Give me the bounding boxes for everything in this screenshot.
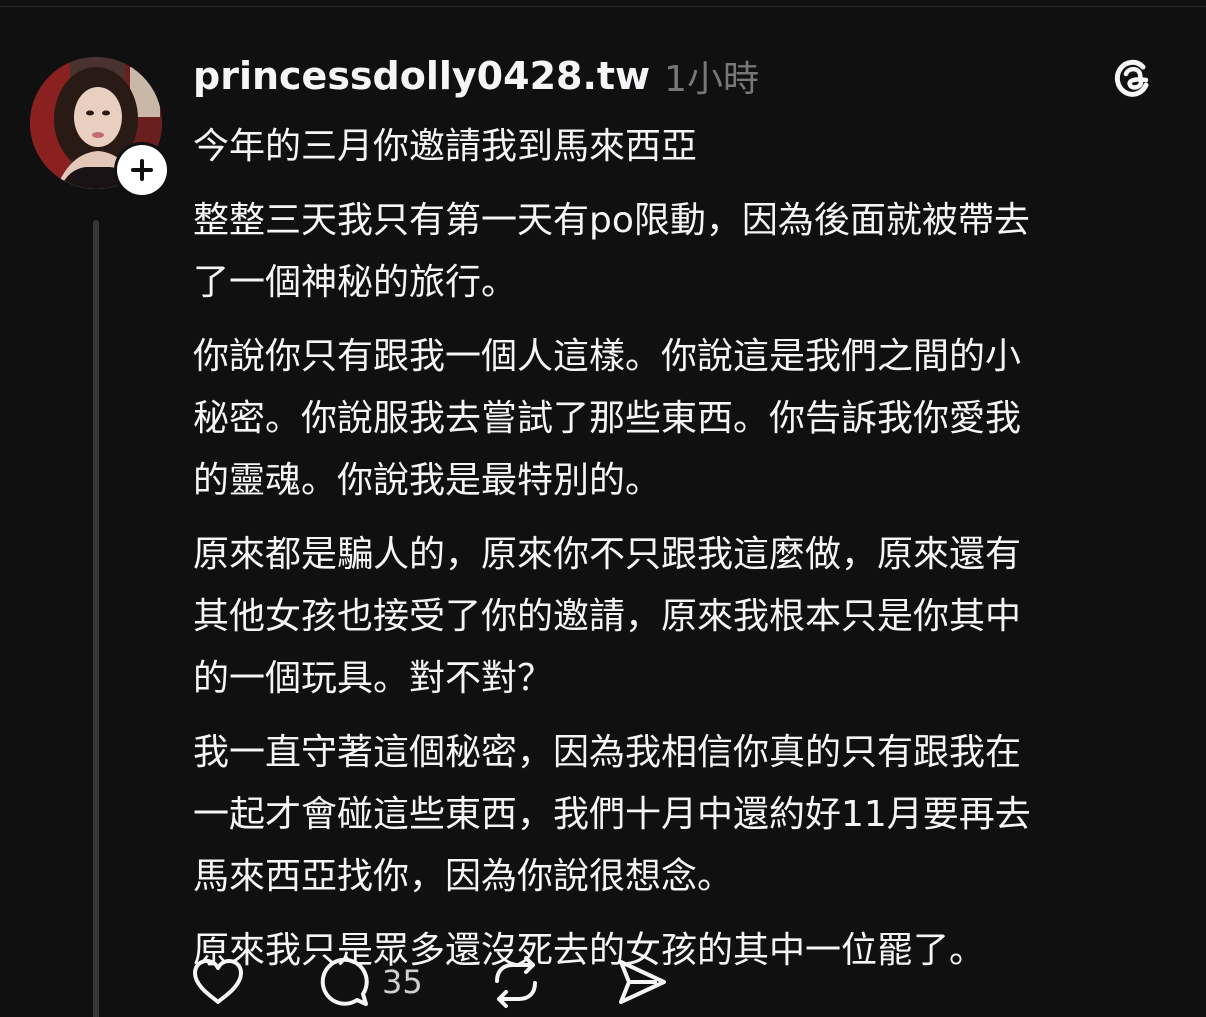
repost-button[interactable] bbox=[489, 950, 543, 1014]
post-header: princessdolly0428.tw 1小時 bbox=[193, 50, 759, 102]
reply-count: 35 bbox=[382, 963, 423, 1001]
like-button[interactable] bbox=[190, 950, 248, 1014]
thread-line bbox=[93, 220, 99, 1017]
plus-icon bbox=[131, 159, 153, 181]
follow-button[interactable] bbox=[114, 142, 170, 198]
repost-icon bbox=[494, 956, 537, 1008]
post-paragraph: 我一直守著這個秘密，因為我相信你真的只有跟我在 一起才會碰這些東西，我們十月中還… bbox=[193, 732, 1031, 897]
post-actions: 35 bbox=[190, 950, 669, 1014]
post-paragraph: 今年的三月你邀請我到馬來西亞 bbox=[193, 126, 698, 167]
reply-button[interactable]: 35 bbox=[318, 950, 423, 1014]
post-body: 今年的三月你邀請我到馬來西亞 整整三天我只有第一天有po限動，因為後面就被帶去 … bbox=[193, 116, 1178, 994]
send-icon bbox=[618, 960, 666, 1004]
share-button[interactable] bbox=[615, 950, 669, 1014]
post-paragraph: 原來都是騙人的，原來你不只跟我這麼做，原來還有 其他女孩也接受了你的邀請，原來我… bbox=[193, 534, 1022, 699]
post-paragraph: 整整三天我只有第一天有po限動，因為後面就被帶去 了一個神秘的旅行。 bbox=[193, 200, 1030, 303]
post-timestamp: 1小時 bbox=[664, 59, 760, 100]
top-divider bbox=[0, 6, 1206, 7]
heart-icon bbox=[193, 959, 243, 1004]
comment-icon bbox=[320, 957, 369, 1006]
follow-button-circle bbox=[117, 145, 167, 195]
username-link[interactable]: princessdolly0428.tw bbox=[193, 54, 650, 98]
threads-logo-icon[interactable] bbox=[1108, 52, 1158, 102]
post-paragraph: 你說你只有跟我一個人這樣。你說這是我們之間的小 秘密。你說服我去嘗試了那些東西。… bbox=[193, 336, 1022, 501]
